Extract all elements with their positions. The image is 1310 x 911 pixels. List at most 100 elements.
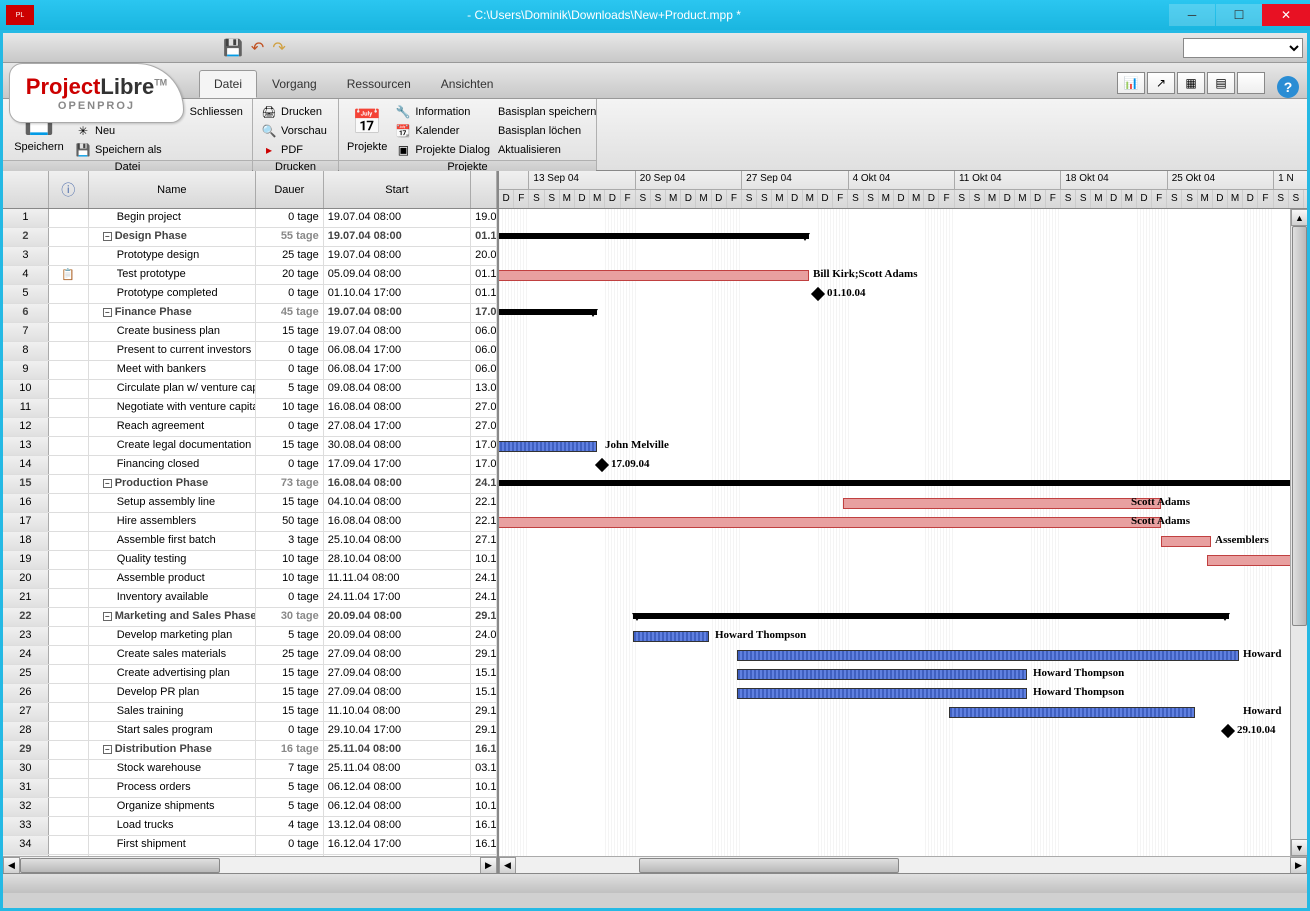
table-row[interactable]: 11Negotiate with venture capitalists10 t… <box>3 399 497 418</box>
gantt-vscroll[interactable]: ▲ ▼ <box>1290 209 1307 856</box>
table-row[interactable]: 2−Design Phase55 tage19.07.04 08:0001.1 <box>3 228 497 247</box>
table-row[interactable]: 20Assemble product10 tage11.11.04 08:002… <box>3 570 497 589</box>
scroll-thumb[interactable] <box>1292 226 1307 626</box>
table-row[interactable]: 24Create sales materials25 tage27.09.04 … <box>3 646 497 665</box>
print-button[interactable]: 🖨Drucken <box>259 103 329 120</box>
table-row[interactable]: 22−Marketing and Sales Phase30 tage20.09… <box>3 608 497 627</box>
table-row[interactable]: 32Organize shipments5 tage06.12.04 08:00… <box>3 798 497 817</box>
table-row[interactable]: 19Quality testing10 tage28.10.04 08:0010… <box>3 551 497 570</box>
gantt-bar[interactable] <box>737 688 1027 699</box>
save-baseline-button[interactable]: Basisplan speichern <box>496 103 598 120</box>
table-row[interactable]: 14Financing closed0 tage17.09.04 17:0017… <box>3 456 497 475</box>
table-row[interactable]: 34First shipment0 tage16.12.04 17:0016.1 <box>3 836 497 855</box>
usage-view-icon[interactable]: ▤ <box>1207 72 1235 94</box>
collapse-icon[interactable]: − <box>103 479 112 488</box>
table-row[interactable]: 6−Finance Phase45 tage19.07.04 08:0017.0 <box>3 304 497 323</box>
scroll-left-icon[interactable]: ◀ <box>3 857 20 873</box>
collapse-icon[interactable]: − <box>103 612 112 621</box>
minimize-button[interactable]: ─ <box>1169 4 1215 26</box>
gantt-bar[interactable] <box>499 480 1307 486</box>
table-row[interactable]: 1Begin project0 tage19.07.04 08:0019.0 <box>3 209 497 228</box>
table-row[interactable]: 21Inventory available0 tage24.11.04 17:0… <box>3 589 497 608</box>
gantt-bar[interactable] <box>1161 536 1211 547</box>
timeline-header[interactable]: 13 Sep 0420 Sep 0427 Sep 044 Okt 0411 Ok… <box>499 171 1307 209</box>
col-header-info[interactable]: ⓘ <box>49 171 89 208</box>
app-logo[interactable]: ProjectLibreTM OPENPROJ <box>9 63 184 123</box>
gantt-bar[interactable] <box>499 233 809 239</box>
information-button[interactable]: 🔧Information <box>393 103 492 120</box>
gantt-bar[interactable] <box>499 309 597 315</box>
update-button[interactable]: Aktualisieren <box>496 141 598 158</box>
table-row[interactable]: 25Create advertising plan15 tage27.09.04… <box>3 665 497 684</box>
scroll-down-icon[interactable]: ▼ <box>1291 839 1307 856</box>
table-row[interactable]: 5Prototype completed0 tage01.10.04 17:00… <box>3 285 497 304</box>
tab-datei[interactable]: Datei <box>199 70 257 98</box>
table-row[interactable]: 8Present to current investors0 tage06.08… <box>3 342 497 361</box>
table-row[interactable]: 26Develop PR plan15 tage27.09.04 08:0015… <box>3 684 497 703</box>
tab-ansichten[interactable]: Ansichten <box>426 70 509 98</box>
chart-view-icon[interactable]: 📊 <box>1117 72 1145 94</box>
projects-button[interactable]: 📅 Projekte <box>345 101 389 158</box>
table-row[interactable]: 17Hire assemblers50 tage16.08.04 08:0022… <box>3 513 497 532</box>
table-row[interactable]: 30Stock warehouse7 tage25.11.04 08:0003.… <box>3 760 497 779</box>
gantt-bar[interactable] <box>499 270 809 281</box>
milestone[interactable] <box>811 287 825 301</box>
gantt-bar[interactable] <box>499 441 597 452</box>
tab-ressourcen[interactable]: Ressourcen <box>332 70 426 98</box>
col-header-end[interactable] <box>471 171 497 208</box>
table-row[interactable]: 15−Production Phase73 tage16.08.04 08:00… <box>3 475 497 494</box>
gantt-bar[interactable] <box>633 631 709 642</box>
gantt-bar[interactable] <box>633 613 1229 619</box>
gantt-body[interactable]: Bill Kirk;Scott Adams01.10.04John Melvil… <box>499 209 1307 856</box>
blank-view-icon[interactable] <box>1237 72 1265 94</box>
scroll-thumb[interactable] <box>20 858 220 873</box>
table-hscroll[interactable]: ◀ ▶ <box>3 856 497 873</box>
scroll-up-icon[interactable]: ▲ <box>1291 209 1307 226</box>
resource-view-icon[interactable]: ▦ <box>1177 72 1205 94</box>
undo-icon[interactable]: ↶ <box>251 38 264 58</box>
table-row[interactable]: 28Start sales program0 tage29.10.04 17:0… <box>3 722 497 741</box>
milestone[interactable] <box>1221 724 1235 738</box>
network-view-icon[interactable]: ↗ <box>1147 72 1175 94</box>
table-row[interactable]: 12Reach agreement0 tage27.08.04 17:0027.… <box>3 418 497 437</box>
gantt-hscroll[interactable]: ◀ ▶ <box>499 856 1307 873</box>
table-row[interactable]: 10Circulate plan w/ venture capitalists5… <box>3 380 497 399</box>
calendar-button[interactable]: 📆Kalender <box>393 122 492 139</box>
collapse-icon[interactable]: − <box>103 232 112 241</box>
col-header-duration[interactable]: Dauer <box>256 171 324 208</box>
save-icon[interactable]: 💾 <box>223 38 243 58</box>
maximize-button[interactable]: ☐ <box>1216 4 1262 26</box>
preview-button[interactable]: 🔍Vorschau <box>259 122 329 139</box>
milestone[interactable] <box>595 458 609 472</box>
table-row[interactable]: 31Process orders5 tage06.12.04 08:0010.1 <box>3 779 497 798</box>
projects-dialog-button[interactable]: ▣Projekte Dialog <box>393 141 492 158</box>
scroll-right-icon[interactable]: ▶ <box>1290 857 1307 873</box>
gantt-bar[interactable] <box>737 669 1027 680</box>
gantt-bar[interactable] <box>843 498 1161 509</box>
view-combo[interactable] <box>1183 38 1303 58</box>
table-row[interactable]: 27Sales training15 tage11.10.04 08:0029.… <box>3 703 497 722</box>
table-row[interactable]: 3Prototype design25 tage19.07.04 08:0020… <box>3 247 497 266</box>
table-row[interactable]: 9Meet with bankers0 tage06.08.04 17:0006… <box>3 361 497 380</box>
table-row[interactable]: 7Create business plan15 tage19.07.04 08:… <box>3 323 497 342</box>
table-row[interactable]: 23Develop marketing plan5 tage20.09.04 0… <box>3 627 497 646</box>
scroll-thumb[interactable] <box>639 858 899 873</box>
col-header-start[interactable]: Start <box>324 171 471 208</box>
collapse-icon[interactable]: − <box>103 745 112 754</box>
save-as-button[interactable]: 💾Speichern als <box>73 141 164 158</box>
gantt-bar[interactable] <box>949 707 1195 718</box>
clear-baseline-button[interactable]: Basisplan löchen <box>496 122 598 139</box>
tab-vorgang[interactable]: Vorgang <box>257 70 332 98</box>
table-row[interactable]: 18Assemble first batch3 tage25.10.04 08:… <box>3 532 497 551</box>
scroll-left-icon[interactable]: ◀ <box>499 857 516 873</box>
help-button[interactable]: ? <box>1277 76 1299 98</box>
table-row[interactable]: 29−Distribution Phase16 tage25.11.04 08:… <box>3 741 497 760</box>
table-row[interactable]: 33Load trucks4 tage13.12.04 08:0016.1 <box>3 817 497 836</box>
redo-icon[interactable]: ↷ <box>272 38 285 58</box>
gantt-bar[interactable] <box>737 650 1239 661</box>
table-row[interactable]: 16Setup assembly line15 tage04.10.04 08:… <box>3 494 497 513</box>
close-button[interactable]: ✕ <box>1262 4 1310 26</box>
table-row[interactable]: 4📋Test prototype20 tage05.09.04 08:0001.… <box>3 266 497 285</box>
new-button[interactable]: ✳Neu <box>73 122 164 139</box>
gantt-bar[interactable] <box>499 517 1161 528</box>
